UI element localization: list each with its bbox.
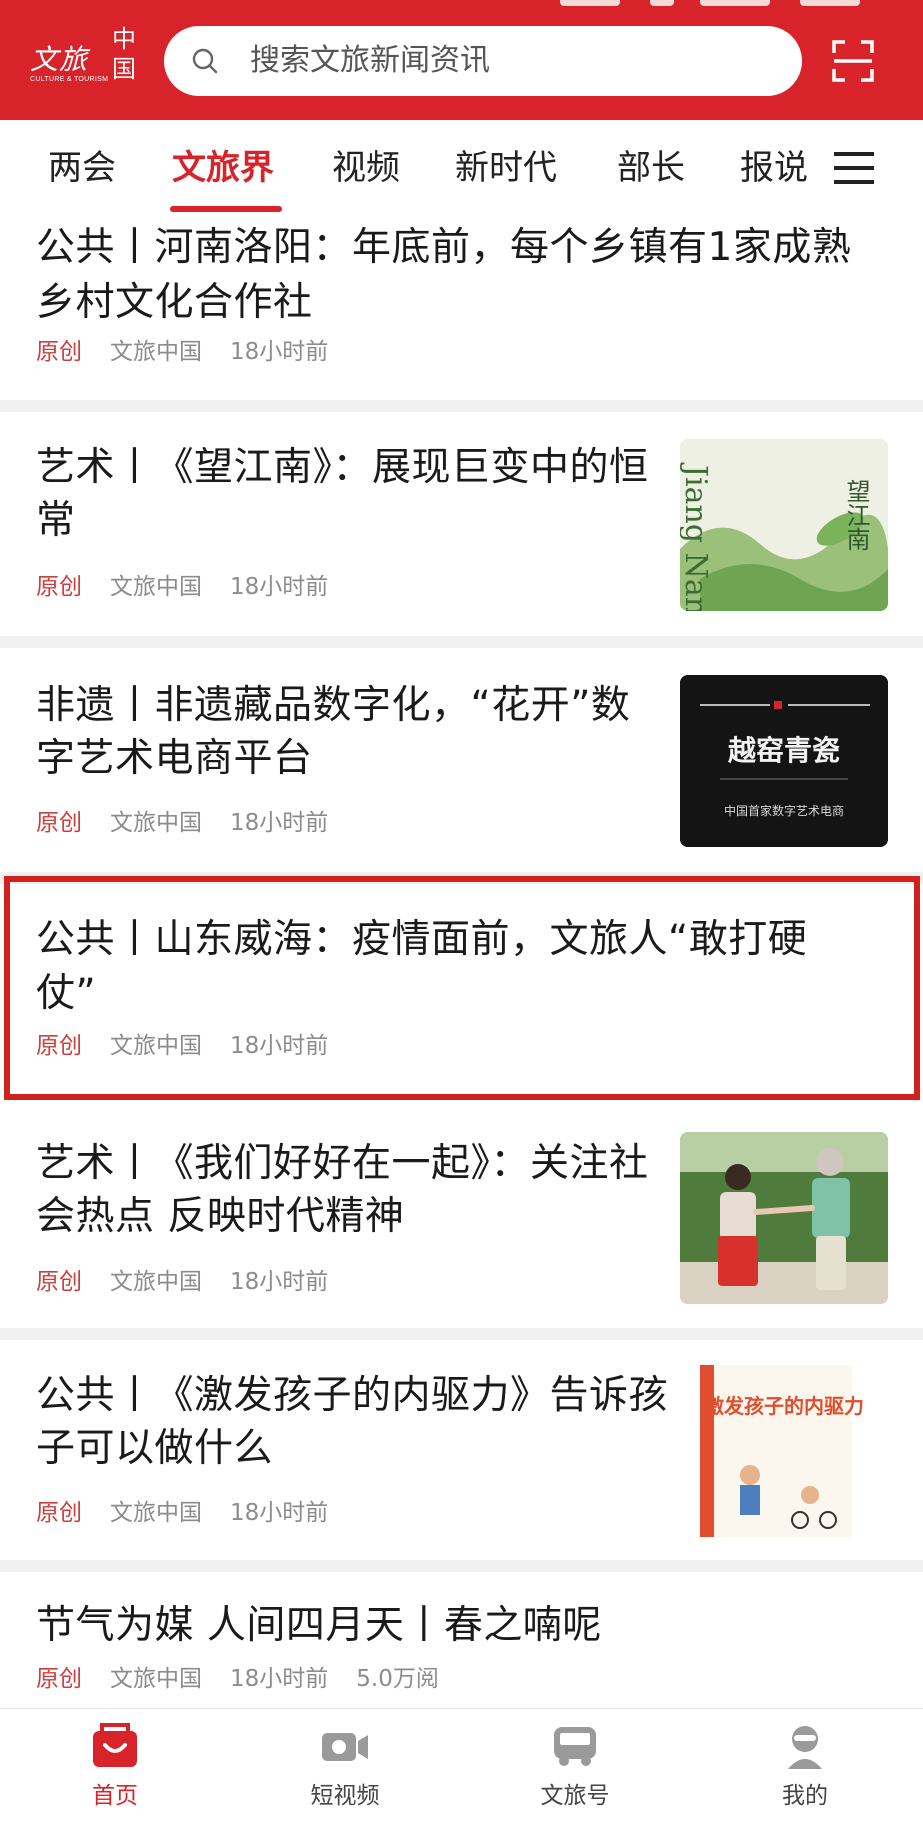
article-time: 18小时前 (230, 810, 329, 836)
article-source: 文旅中国 (110, 1500, 202, 1526)
divider (0, 400, 923, 412)
thumb-subtitle: 中国首家数字艺术电商 (724, 803, 844, 818)
original-tag: 原创 (36, 574, 82, 600)
book-cover-image: Jiang Nan 望江南 (680, 439, 888, 611)
article-source: 文旅中国 (110, 1666, 202, 1692)
tab-baoshuo[interactable]: 报说 (740, 146, 808, 190)
article-item[interactable]: 非遗丨非遗藏品数字化，“花开”数 字艺术电商平台 原创 文旅中国 18小时前 越窑青… (0, 648, 923, 872)
article-title-line: 非遗丨非遗藏品数字化，“花开”数 (36, 683, 631, 728)
article-time: 18小时前 (230, 1500, 329, 1526)
nav-profile-label: 我的 (782, 1783, 828, 1809)
search-icon (192, 48, 218, 74)
nav-wenlvhao[interactable]: 文旅号 (495, 1709, 655, 1823)
article-title-line: 艺术丨《望江南》：展现巨变中的恒 (36, 445, 649, 490)
article-thumbnail[interactable]: 激发孩子的内驱力 (680, 1365, 888, 1537)
article-source: 文旅中国 (110, 810, 202, 836)
thumb-title: 望江南 (842, 479, 870, 551)
highlight-box (4, 876, 920, 1100)
original-tag: 原创 (36, 1666, 82, 1692)
tab-minister[interactable]: 部长 (617, 146, 685, 190)
nav-wenlvhao-label: 文旅号 (540, 1783, 610, 1809)
search-bar[interactable]: 搜索文旅新闻资讯 (164, 26, 802, 96)
divider (0, 1560, 923, 1572)
nav-home[interactable]: 首页 (35, 1709, 195, 1823)
scan-icon[interactable] (832, 40, 874, 82)
logo-china-text: 中国 (112, 25, 136, 83)
article-item[interactable]: 艺术丨《望江南》：展现巨变中的恒 常 原创 文旅中国 18小时前 Jiang Nan… (0, 412, 923, 636)
article-meta: 原创 文旅中国 18小时前 (36, 1498, 356, 1528)
original-tag: 原创 (36, 1269, 82, 1295)
article-title-line: 字艺术电商平台 (36, 736, 313, 781)
tab-wenlvjie[interactable]: 文旅界 (172, 146, 274, 190)
article-meta: 原创 文旅中国 18小时前 (36, 337, 356, 367)
article-time: 18小时前 (230, 1666, 329, 1692)
bottom-navigation: 首页 短视频 文旅号 我的 (0, 1708, 923, 1823)
original-tag: 原创 (36, 339, 82, 365)
logo-text: 文旅 (30, 43, 89, 76)
drama-still-image (680, 1132, 888, 1304)
tab-video[interactable]: 视频 (332, 146, 400, 190)
article-title-line: 子可以做什么 (36, 1426, 274, 1471)
article-item[interactable]: 节气为媒 人间四月天丨春之喃呢 原创 文旅中国 18小时前 5.0万阅 (0, 1572, 923, 1708)
article-thumbnail[interactable]: Jiang Nan 望江南 (680, 439, 888, 611)
article-title-line: 艺术丨《我们好好在一起》：关注社 (36, 1141, 649, 1186)
divider (0, 1328, 923, 1340)
view-count: 5.0万阅 (356, 1666, 439, 1692)
article-meta: 原创 文旅中国 18小时前 (36, 1267, 356, 1297)
article-source: 文旅中国 (110, 574, 202, 600)
article-thumbnail[interactable]: 越窑青瓷 中国首家数字艺术电商 (680, 675, 888, 847)
search-placeholder: 搜索文旅新闻资讯 (250, 43, 490, 78)
status-bar-remnant (560, 0, 860, 6)
article-meta: 原创 文旅中国 18小时前 5.0万阅 (36, 1664, 439, 1694)
article-item[interactable]: 公共丨河南洛阳：年底前，每个乡镇有1家成熟 乡村文化合作社 原创 文旅中国 18小时… (0, 220, 923, 400)
active-tab-indicator (170, 206, 282, 212)
bus-icon (554, 1727, 596, 1766)
category-tabs: 两会 文旅界 视频 新时代 部长 报说 (0, 120, 923, 220)
article-thumbnail[interactable] (680, 1132, 888, 1304)
original-tag: 原创 (36, 810, 82, 836)
article-source: 文旅中国 (110, 1269, 202, 1295)
article-title-line: 常 (36, 498, 76, 543)
menu-icon[interactable] (834, 148, 874, 188)
article-title-line: 公共丨河南洛阳：年底前，每个乡镇有1家成熟 (36, 225, 852, 270)
nav-short-video-label: 短视频 (310, 1783, 380, 1809)
divider (0, 636, 923, 648)
thumb-title: 激发孩子的内驱力 (704, 1394, 864, 1418)
tab-lianghui[interactable]: 两会 (48, 146, 116, 190)
thumb-title: 越窑青瓷 (728, 734, 840, 767)
article-title-line: 节气为媒 人间四月天丨春之喃呢 (36, 1603, 602, 1648)
article-title-line: 会热点 反映时代精神 (36, 1194, 405, 1239)
article-item[interactable]: 公共丨《激发孩子的内驱力》告诉孩 子可以做什么 原创 文旅中国 18小时前 激发孩子… (0, 1340, 923, 1560)
nav-home-label: 首页 (92, 1783, 138, 1809)
article-source: 文旅中国 (110, 339, 202, 365)
article-meta: 原创 文旅中国 18小时前 (36, 572, 356, 602)
video-camera-icon (322, 1733, 368, 1761)
original-tag: 原创 (36, 1500, 82, 1526)
article-time: 18小时前 (230, 339, 329, 365)
thumb-subtitle: Jiang Nan (680, 462, 713, 611)
profile-icon (788, 1726, 822, 1769)
book-cover-image: 激发孩子的内驱力 (680, 1365, 888, 1537)
nav-short-video[interactable]: 短视频 (265, 1709, 425, 1823)
article-time: 18小时前 (230, 574, 329, 600)
article-title-line: 乡村文化合作社 (36, 280, 313, 325)
nav-profile[interactable]: 我的 (725, 1709, 885, 1823)
article-item[interactable]: 艺术丨《我们好好在一起》：关注社 会热点 反映时代精神 原创 文旅中国 18小时前 (0, 1108, 923, 1328)
article-time: 18小时前 (230, 1269, 329, 1295)
app-logo[interactable]: 文旅 中国 CULTURE & TOURISM (30, 22, 140, 94)
article-meta: 原创 文旅中国 18小时前 (36, 808, 356, 838)
article-title-line: 公共丨《激发孩子的内驱力》告诉孩 (36, 1373, 669, 1418)
tab-new-era[interactable]: 新时代 (455, 146, 557, 190)
logo-english-text: CULTURE & TOURISM (30, 76, 109, 83)
home-icon (93, 1723, 137, 1767)
porcelain-cover-image: 越窑青瓷 中国首家数字艺术电商 (680, 675, 888, 847)
app-header: 文旅 中国 CULTURE & TOURISM 搜索文旅新闻资讯 (0, 0, 923, 120)
